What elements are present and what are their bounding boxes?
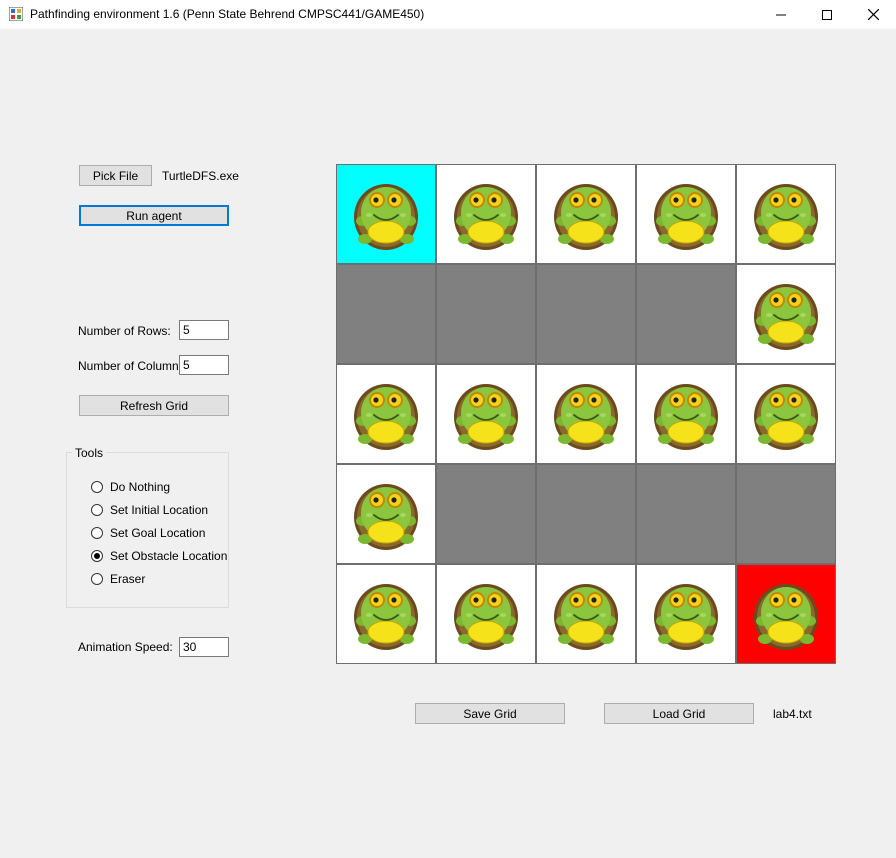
grid-cell-path[interactable] [636, 164, 736, 264]
turtle-icon [554, 184, 618, 250]
tool-label: Set Initial Location [110, 503, 209, 517]
radio-button[interactable] [91, 481, 103, 493]
loaded-grid-file-label: lab4.txt [773, 707, 812, 721]
grid-cell-path[interactable] [736, 164, 836, 264]
grid-cell-obstacle[interactable] [736, 464, 836, 564]
rows-input[interactable] [179, 320, 229, 340]
turtle-icon [354, 384, 418, 450]
close-button[interactable] [850, 0, 896, 29]
pathfinding-grid[interactable] [336, 164, 836, 664]
grid-cell-obstacle[interactable] [636, 464, 736, 564]
grid-cell-path[interactable] [336, 564, 436, 664]
grid-cell-obstacle[interactable] [436, 264, 536, 364]
grid-cell-path[interactable] [536, 364, 636, 464]
rows-label: Number of Rows: [78, 324, 171, 338]
grid-cell-path[interactable] [336, 464, 436, 564]
grid-cell-path[interactable] [736, 364, 836, 464]
grid-cell-path[interactable] [436, 164, 536, 264]
grid-cell-path[interactable] [336, 364, 436, 464]
turtle-icon [654, 384, 718, 450]
turtle-icon [454, 384, 518, 450]
grid-cell-path[interactable] [636, 564, 736, 664]
grid-cell-path[interactable] [436, 564, 536, 664]
minimize-button[interactable] [758, 0, 804, 29]
turtle-icon [454, 584, 518, 650]
turtle-icon [554, 584, 618, 650]
animation-speed-label: Animation Speed: [78, 640, 173, 654]
grid-cell-obstacle[interactable] [536, 464, 636, 564]
tools-title: Tools [72, 446, 107, 460]
radio-button[interactable] [91, 504, 103, 516]
turtle-icon [754, 184, 818, 250]
grid-cell-path[interactable] [636, 364, 736, 464]
grid-cell-path[interactable] [736, 264, 836, 364]
tool-set-obstacle-location[interactable]: Set Obstacle Location [91, 548, 227, 564]
save-grid-button[interactable]: Save Grid [415, 703, 565, 724]
tool-set-goal-location[interactable]: Set Goal Location [91, 525, 205, 541]
grid-cell-start[interactable] [336, 164, 436, 264]
grid-cell-path[interactable] [436, 364, 536, 464]
turtle-icon [554, 384, 618, 450]
grid-cell-obstacle[interactable] [336, 264, 436, 364]
turtle-icon [354, 584, 418, 650]
load-grid-button[interactable]: Load Grid [604, 703, 754, 724]
grid-cell-goal[interactable] [736, 564, 836, 664]
grid-cell-obstacle[interactable] [436, 464, 536, 564]
columns-label: Number of Columns: [78, 359, 189, 373]
maximize-icon [822, 9, 832, 20]
refresh-grid-button[interactable]: Refresh Grid [79, 395, 229, 416]
tool-eraser[interactable]: Eraser [91, 571, 145, 587]
animation-speed-input[interactable] [179, 637, 229, 657]
maximize-button[interactable] [804, 0, 850, 29]
turtle-icon [654, 184, 718, 250]
columns-input[interactable] [179, 355, 229, 375]
window-title: Pathfinding environment 1.6 (Penn State … [30, 7, 425, 21]
grid-cell-obstacle[interactable] [636, 264, 736, 364]
turtle-icon [354, 184, 418, 250]
radio-button-selected[interactable] [91, 550, 103, 562]
tool-set-initial-location[interactable]: Set Initial Location [91, 502, 208, 518]
radio-button[interactable] [91, 527, 103, 539]
tool-label: Eraser [110, 572, 146, 586]
turtle-icon [454, 184, 518, 250]
grid-cell-path[interactable] [536, 164, 636, 264]
close-icon [867, 9, 879, 20]
grid-cell-obstacle[interactable] [536, 264, 636, 364]
run-agent-button[interactable]: Run agent [79, 205, 229, 226]
turtle-icon [754, 384, 818, 450]
turtle-icon [754, 284, 818, 350]
selected-file-label: TurtleDFS.exe [162, 169, 239, 183]
tool-label: Set Goal Location [110, 526, 206, 540]
tool-label: Set Obstacle Location [110, 549, 228, 563]
grid-cell-path[interactable] [536, 564, 636, 664]
minimize-icon [776, 14, 786, 15]
radio-button[interactable] [91, 573, 103, 585]
app-grid-icon [9, 7, 23, 21]
turtle-icon [654, 584, 718, 650]
turtle-icon [354, 484, 418, 550]
pick-file-button[interactable]: Pick File [79, 165, 152, 186]
tool-label: Do Nothing [110, 480, 171, 494]
title-bar: Pathfinding environment 1.6 (Penn State … [0, 0, 896, 29]
turtle-icon [754, 584, 818, 650]
tool-do-nothing[interactable]: Do Nothing [91, 479, 170, 495]
